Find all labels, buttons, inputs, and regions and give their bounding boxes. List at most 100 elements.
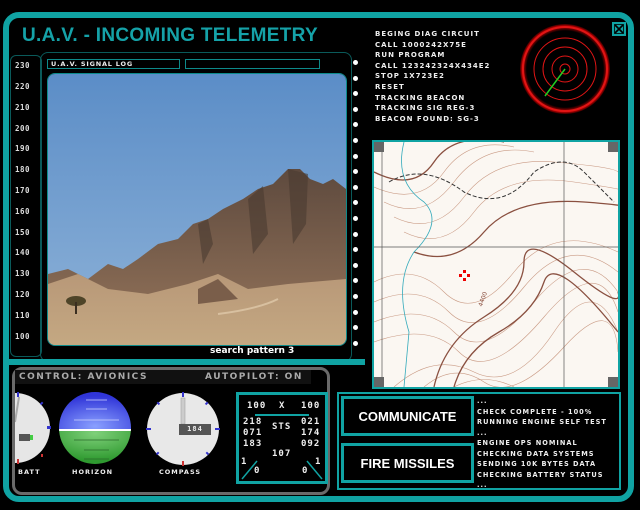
sts-right-num: 1 bbox=[315, 457, 322, 467]
strip-dot bbox=[353, 154, 358, 159]
log-line: RESET bbox=[375, 82, 405, 91]
log-line: BEGING DIAG CIRCUIT bbox=[375, 30, 480, 38]
desert-landscape-image bbox=[48, 74, 346, 345]
sts-label: STS bbox=[272, 422, 292, 432]
divider-bar bbox=[3, 359, 365, 365]
strip-dot bbox=[353, 247, 358, 252]
close-button[interactable] bbox=[612, 22, 626, 36]
topo-map-image: 4400 bbox=[374, 142, 618, 387]
strip-dot bbox=[353, 60, 358, 65]
strip-dot bbox=[353, 310, 358, 315]
uav-camera-feed bbox=[47, 73, 347, 346]
strip-dot bbox=[353, 341, 358, 346]
log-line: CALL 123242324X434E2 bbox=[375, 61, 491, 70]
scale-tick: 230 bbox=[15, 61, 31, 70]
radar-scope bbox=[519, 23, 611, 115]
strip-dot bbox=[353, 138, 358, 143]
strip-dot bbox=[353, 294, 358, 299]
status-log: ... CHECK COMPLETE - 100% RUNNING ENGINE… bbox=[477, 396, 607, 491]
log-line: TRACKING BEACON bbox=[375, 93, 466, 102]
scale-tick: 220 bbox=[15, 82, 31, 91]
scale-tick: 160 bbox=[15, 207, 31, 216]
communicate-button[interactable]: COMMUNICATE bbox=[341, 396, 474, 436]
sts-fraction-lines bbox=[241, 460, 323, 480]
strip-dot bbox=[353, 169, 358, 174]
horizon-label: HORIZON bbox=[72, 468, 114, 476]
sts-top-left: 100 bbox=[247, 401, 267, 411]
video-caption: search pattern 3 bbox=[210, 346, 295, 356]
strip-dot bbox=[353, 200, 358, 205]
strip-dot bbox=[353, 91, 358, 96]
scale-tick: 150 bbox=[15, 228, 31, 237]
scale-tick: 130 bbox=[15, 269, 31, 278]
altitude-scale: 230 220 210 200 190 180 170 160 150 140 … bbox=[10, 55, 42, 357]
strip-dot bbox=[353, 325, 358, 330]
battery-gauge bbox=[15, 392, 51, 464]
compass-gauge: 184 bbox=[146, 392, 220, 466]
scale-tick: 120 bbox=[15, 290, 31, 299]
strip-dot bbox=[353, 278, 358, 283]
batt-label: BATT bbox=[18, 468, 41, 476]
sts-top-mid: X bbox=[279, 401, 286, 411]
status-line: SENDING 10K BYTES DATA bbox=[477, 460, 597, 468]
topographic-map[interactable]: 4400 bbox=[372, 140, 620, 389]
sts-divider bbox=[255, 414, 309, 416]
target-crosshair-icon bbox=[459, 270, 470, 281]
control-mode-label: CONTROL: AVIONICS bbox=[19, 372, 148, 382]
status-line: ... bbox=[477, 397, 488, 405]
signal-log-label: U.A.V. SIGNAL LOG bbox=[47, 59, 180, 69]
scale-tick: 100 bbox=[15, 332, 31, 341]
diag-log: BEGING DIAG CIRCUIT CALL 1000242X75E RUN… bbox=[375, 29, 490, 124]
battery-icon bbox=[19, 434, 30, 441]
sts-left-value: 071 bbox=[243, 428, 263, 438]
scale-tick: 180 bbox=[15, 165, 31, 174]
log-line: CALL 1000242X75E bbox=[375, 40, 467, 49]
status-line: RUNNING ENGINE SELF TEST bbox=[477, 418, 607, 426]
compass-heading: 184 bbox=[179, 424, 211, 435]
scale-tick: 110 bbox=[15, 311, 31, 320]
strip-dot bbox=[353, 107, 358, 112]
strip-dot bbox=[353, 263, 358, 268]
close-x-icon bbox=[614, 24, 624, 34]
fire-missiles-button[interactable]: FIRE MISSILES bbox=[341, 443, 474, 483]
signal-field[interactable] bbox=[185, 59, 320, 69]
status-line: ... bbox=[477, 428, 488, 437]
compass-label: COMPASS bbox=[159, 468, 202, 476]
scale-tick: 140 bbox=[15, 248, 31, 257]
sts-left-value: 218 bbox=[243, 417, 263, 427]
contour-label: 4400 bbox=[477, 291, 489, 308]
sts-right-den: 0 bbox=[302, 466, 309, 476]
page-title: U.A.V. - INCOMING TELEMETRY bbox=[22, 25, 318, 46]
strip-dot bbox=[353, 216, 358, 221]
status-line: CHECK COMPLETE - 100% bbox=[477, 407, 593, 416]
strip-dot bbox=[353, 185, 358, 190]
horizon-icon bbox=[59, 392, 131, 464]
status-line: ENGINE OPS NOMINAL bbox=[477, 439, 578, 447]
strip-dot bbox=[353, 76, 358, 81]
log-line: TRACKING SIG REG-3 bbox=[375, 104, 476, 113]
scale-tick: 170 bbox=[15, 186, 31, 195]
sts-right-value: 021 bbox=[301, 417, 321, 427]
sts-right-value: 174 bbox=[301, 428, 321, 438]
artificial-horizon bbox=[59, 392, 131, 464]
status-line: ... bbox=[477, 481, 488, 489]
sts-left-value: 183 bbox=[243, 439, 263, 449]
strip-dot bbox=[353, 122, 358, 127]
autopilot-status: AUTOPILOT: ON bbox=[205, 372, 303, 382]
scale-tick: 190 bbox=[15, 144, 31, 153]
log-line: RUN PROGRAM bbox=[375, 51, 446, 60]
film-strip-dots bbox=[353, 60, 361, 360]
scale-tick: 210 bbox=[15, 103, 31, 112]
log-line: STOP 1X723E2 bbox=[375, 72, 445, 81]
status-line: CHECKING BATTERY STATUS bbox=[477, 470, 604, 479]
sts-readout: 100 X 100 218 071 183 STS 021 174 092 10… bbox=[236, 392, 328, 484]
sts-left-num: 1 bbox=[241, 457, 248, 467]
sts-top-right: 100 bbox=[301, 401, 321, 411]
sts-left-den: 0 bbox=[254, 466, 261, 476]
strip-dot bbox=[353, 232, 358, 237]
log-line: BEACON FOUND: SG-3 bbox=[375, 114, 480, 123]
scale-tick: 200 bbox=[15, 124, 31, 133]
status-line: CHECKING DATA SYSTEMS bbox=[477, 449, 595, 458]
control-header: CONTROL: AVIONICS AUTOPILOT: ON bbox=[15, 370, 311, 384]
sts-right-value: 092 bbox=[301, 439, 321, 449]
